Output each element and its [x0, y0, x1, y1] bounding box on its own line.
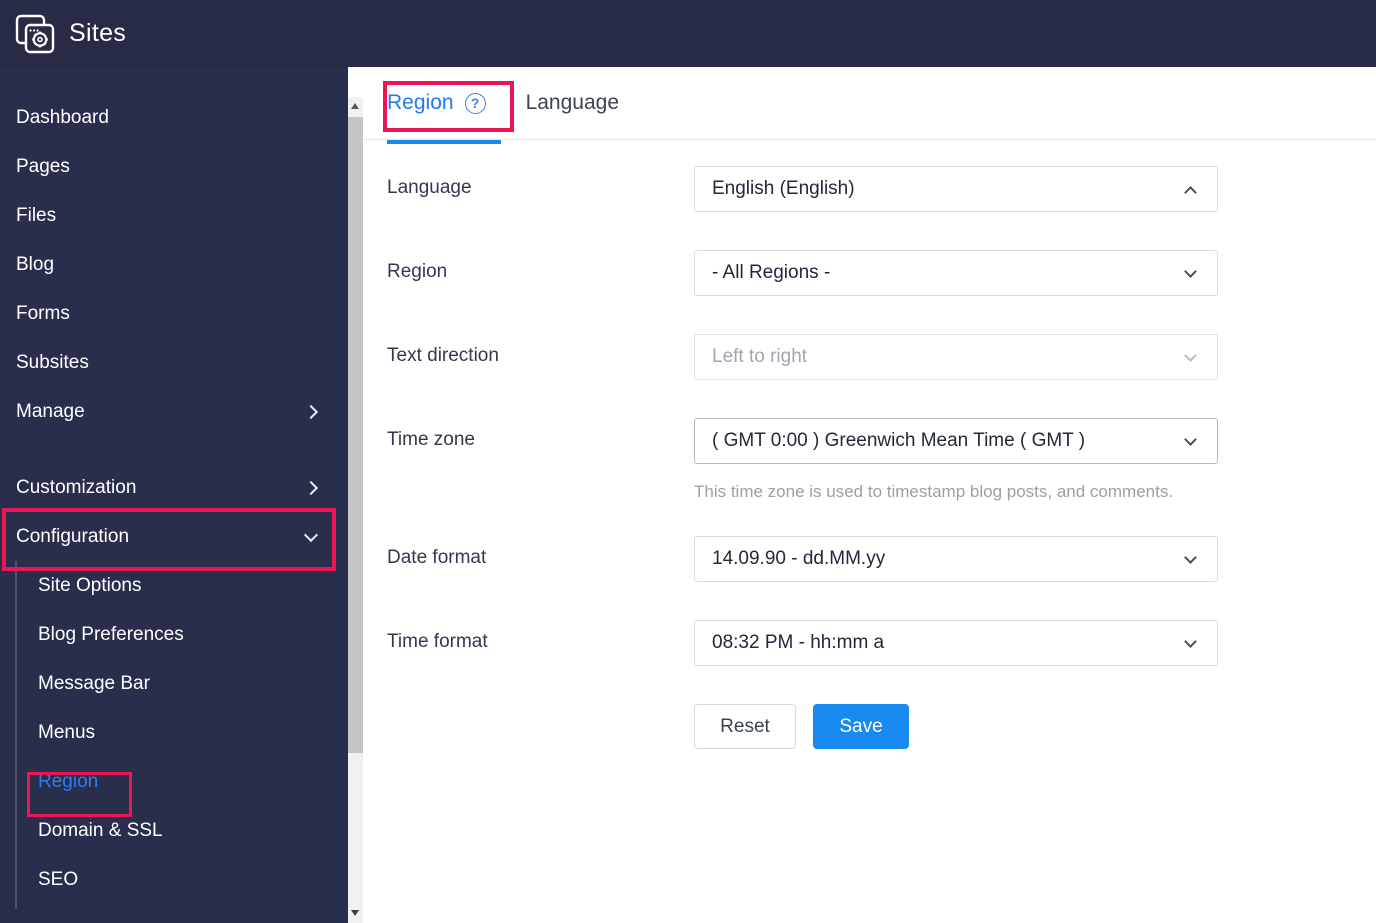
save-button[interactable]: Save — [813, 704, 909, 749]
chevron-up-icon — [1184, 186, 1197, 199]
sidebar-subitem-blog-preferences[interactable]: Blog Preferences — [0, 610, 348, 659]
time-format-select[interactable]: 08:32 PM - hh:mm a — [694, 620, 1218, 666]
submenu-tree-line — [15, 561, 17, 909]
chevron-down-icon — [303, 527, 319, 542]
chevron-down-icon — [1184, 349, 1197, 362]
sidebar-item-manage[interactable]: Manage — [0, 387, 348, 436]
reset-button[interactable]: Reset — [694, 704, 796, 749]
sidebar-item-configuration[interactable]: Configuration — [0, 512, 348, 561]
chevron-down-icon — [1184, 265, 1197, 278]
app-title: Sites — [69, 19, 127, 47]
sidebar-subitem-menus[interactable]: Menus — [0, 708, 348, 757]
time-zone-label: Time zone — [387, 429, 475, 450]
sidebar-subitem-domain-ssl[interactable]: Domain & SSL — [0, 806, 348, 855]
date-format-label: Date format — [387, 547, 487, 568]
sidebar-scrollbar[interactable] — [348, 97, 363, 923]
chevron-right-icon — [303, 404, 319, 419]
form-row-region: Region - All Regions - — [387, 250, 1376, 296]
tab-language[interactable]: Language — [526, 91, 619, 115]
active-tab-underline — [387, 140, 501, 144]
configuration-submenu: Site Options Blog Preferences Message Ba… — [0, 561, 348, 909]
sidebar-item-pages[interactable]: Pages — [0, 142, 348, 191]
form-row-text-direction: Text direction Left to right — [387, 334, 1376, 380]
sidebar: Dashboard Pages Files Blog Forms Subsite… — [0, 67, 348, 923]
sidebar-item-forms[interactable]: Forms — [0, 289, 348, 338]
sidebar-item-customization[interactable]: Customization — [0, 463, 348, 512]
chevron-right-icon — [303, 480, 319, 495]
date-format-select[interactable]: 14.09.90 - dd.MM.yy — [694, 536, 1218, 582]
scrollbar-thumb[interactable] — [348, 117, 363, 753]
sidebar-subitem-site-options[interactable]: Site Options — [0, 561, 348, 610]
sidebar-item-dashboard[interactable]: Dashboard — [0, 93, 348, 142]
sidebar-subitem-message-bar[interactable]: Message Bar — [0, 659, 348, 708]
sidebar-item-blog[interactable]: Blog — [0, 240, 348, 289]
sidebar-item-subsites[interactable]: Subsites — [0, 338, 348, 387]
form-row-time-format: Time format 08:32 PM - hh:mm a — [387, 620, 1376, 666]
time-zone-select[interactable]: ( GMT 0:00 ) Greenwich Mean Time ( GMT ) — [694, 418, 1218, 464]
scrollbar-up-arrow-icon[interactable] — [351, 103, 359, 109]
app-header: Sites — [0, 0, 1376, 67]
language-label: Language — [387, 177, 472, 198]
sites-logo-icon — [14, 13, 56, 55]
tab-region[interactable]: Region ? — [387, 91, 486, 115]
form-row-date-format: Date format 14.09.90 - dd.MM.yy — [387, 536, 1376, 582]
scrollbar-down-arrow-icon[interactable] — [351, 910, 359, 916]
time-format-label: Time format — [387, 631, 488, 652]
chevron-down-icon — [1184, 551, 1197, 564]
sidebar-subitem-seo[interactable]: SEO — [0, 855, 348, 904]
page: Sites Dashboard Pages Files Blog Forms S… — [0, 0, 1376, 923]
chevron-down-icon — [1184, 433, 1197, 446]
form-actions: Reset Save — [694, 704, 1376, 749]
region-label: Region — [387, 261, 448, 282]
form-row-time-zone: Time zone ( GMT 0:00 ) Greenwich Mean Ti… — [387, 418, 1376, 502]
sidebar-subitem-region[interactable]: Region — [0, 757, 348, 806]
region-settings-form: Language English (English) Region - All … — [363, 140, 1376, 749]
form-row-language: Language English (English) — [387, 166, 1376, 212]
region-select[interactable]: - All Regions - — [694, 250, 1218, 296]
help-icon[interactable]: ? — [464, 92, 486, 114]
chevron-down-icon — [1184, 635, 1197, 648]
text-direction-select: Left to right — [694, 334, 1218, 380]
main-content: Region ? Language Language English (Engl… — [363, 67, 1376, 923]
language-select[interactable]: English (English) — [694, 166, 1218, 212]
text-direction-label: Text direction — [387, 345, 499, 366]
sidebar-item-files[interactable]: Files — [0, 191, 348, 240]
tab-bar: Region ? Language — [363, 67, 1376, 144]
time-zone-helper-text: This time zone is used to timestamp blog… — [694, 482, 1174, 501]
